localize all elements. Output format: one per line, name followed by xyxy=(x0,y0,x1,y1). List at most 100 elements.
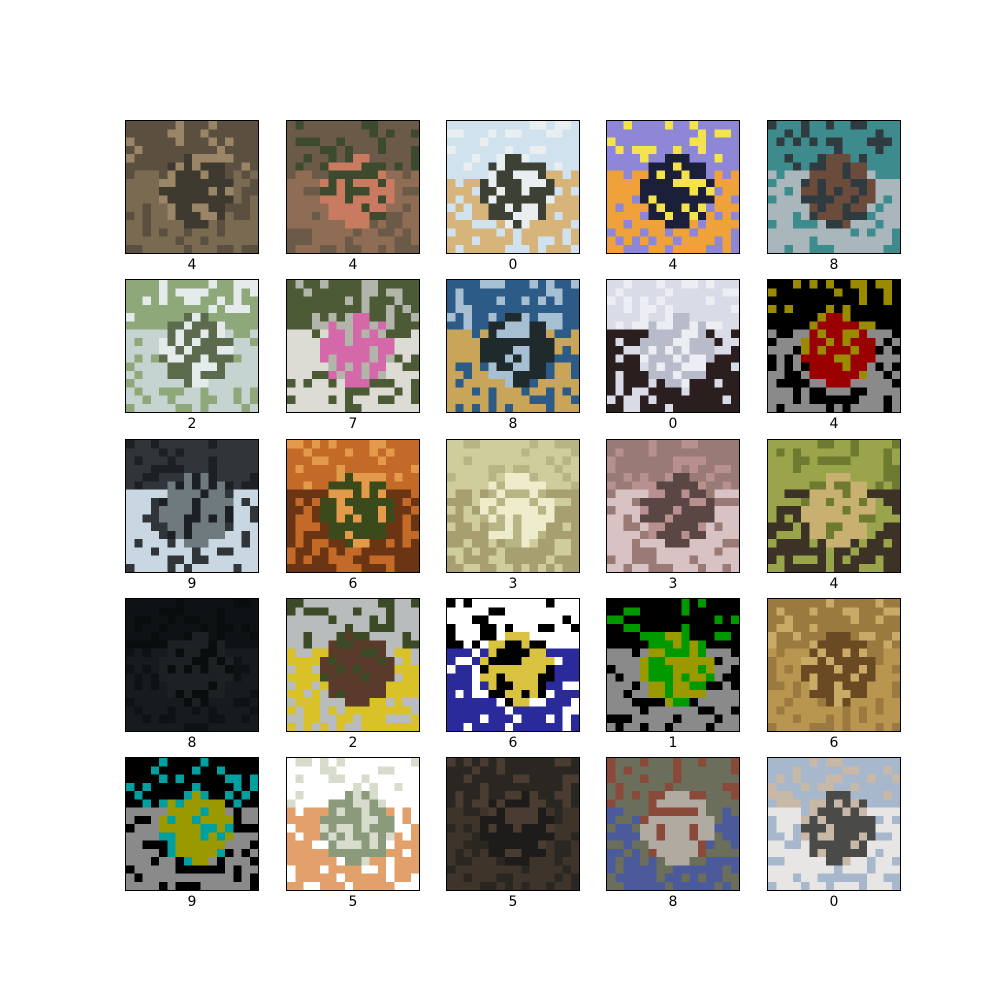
white-horse-rider-picture xyxy=(287,280,419,412)
airplane-in-sky-picture xyxy=(607,280,739,412)
frog-on-sand-picture xyxy=(768,599,900,731)
class-label: 9 xyxy=(187,576,197,592)
thumbnail-image xyxy=(606,279,740,413)
poison-frog-picture xyxy=(447,599,579,731)
grid-cell: 7 xyxy=(286,279,420,439)
grid-cell: 0 xyxy=(446,120,580,280)
bird-on-ledge-picture xyxy=(126,280,258,412)
class-label: 4 xyxy=(829,576,839,592)
cat-indoors-picture xyxy=(607,440,739,572)
yellow-bird-branch-picture xyxy=(287,599,419,731)
grid-cell: 4 xyxy=(767,279,901,439)
thumbnail-image xyxy=(446,120,580,254)
class-label: 9 xyxy=(187,894,197,910)
thumbnail-image xyxy=(125,120,259,254)
grid-cell: 4 xyxy=(606,120,740,280)
grid-cell: 1 xyxy=(606,598,740,758)
noisy-truck-picture xyxy=(126,758,258,890)
class-label: 0 xyxy=(829,894,839,910)
class-label: 4 xyxy=(829,416,839,432)
grid-cell: 4 xyxy=(286,120,420,280)
dark-ship-picture xyxy=(126,599,258,731)
class-label: 8 xyxy=(508,416,518,432)
frog-closeup-picture xyxy=(287,440,419,572)
deer-head-closeup-picture xyxy=(287,121,419,253)
class-label: 0 xyxy=(508,257,518,273)
grid-cell: 5 xyxy=(286,757,420,917)
grid-cell: 8 xyxy=(606,757,740,917)
thumbnail-image xyxy=(767,279,901,413)
thumbnail-image xyxy=(446,439,580,573)
class-label: 3 xyxy=(508,576,518,592)
thumbnail-image xyxy=(286,120,420,254)
class-label: 6 xyxy=(348,576,358,592)
class-label: 7 xyxy=(348,416,358,432)
class-label: 2 xyxy=(187,416,197,432)
thumbnail-image xyxy=(606,757,740,891)
thumbnail-image xyxy=(767,439,901,573)
grid-cell: 6 xyxy=(767,598,901,758)
class-label: 8 xyxy=(829,257,839,273)
thumbnail-image xyxy=(286,279,420,413)
grid-cell: 4 xyxy=(125,120,259,280)
thumbnail-image xyxy=(286,439,420,573)
thumbnail-image xyxy=(446,598,580,732)
noisy-boat-picture xyxy=(607,758,739,890)
grid-cell: 0 xyxy=(606,279,740,439)
noisy-car-picture xyxy=(607,599,739,731)
grid-cell: 8 xyxy=(767,120,901,280)
washed-out-dog-picture xyxy=(287,758,419,890)
class-label: 2 xyxy=(348,735,358,751)
class-label: 5 xyxy=(348,894,358,910)
grid-cell: 5 xyxy=(446,757,580,917)
class-label: 8 xyxy=(668,894,678,910)
deer-silhouette-sunset-picture xyxy=(607,121,739,253)
thumbnail-image xyxy=(446,757,580,891)
thumbnail-image xyxy=(767,120,901,254)
class-label: 6 xyxy=(829,735,839,751)
class-label: 4 xyxy=(187,257,197,273)
grid-cell: 3 xyxy=(446,439,580,599)
thumbnail-image xyxy=(767,598,901,732)
grid-cell: 0 xyxy=(767,757,901,917)
deer-face-picture xyxy=(768,440,900,572)
class-label: 1 xyxy=(668,735,678,751)
boat-on-lake-picture xyxy=(447,280,579,412)
thumbnail-image xyxy=(767,757,901,891)
dark-dog-picture xyxy=(447,758,579,890)
grid-cell: 9 xyxy=(125,757,259,917)
class-label: 5 xyxy=(508,894,518,910)
grid-cell: 2 xyxy=(286,598,420,758)
thumbnail-image xyxy=(286,757,420,891)
grid-cell: 2 xyxy=(125,279,259,439)
grid-cell: 6 xyxy=(446,598,580,758)
deer-in-field-picture xyxy=(126,121,258,253)
thumbnail-image xyxy=(606,439,740,573)
truck-front-picture xyxy=(126,440,258,572)
grid-cell: 8 xyxy=(446,279,580,439)
class-label: 4 xyxy=(348,257,358,273)
airplane-over-trees-picture xyxy=(447,121,579,253)
pale-cat-picture xyxy=(447,440,579,572)
thumbnail-image xyxy=(125,279,259,413)
thumbnail-image xyxy=(606,120,740,254)
small-airplane-picture xyxy=(768,758,900,890)
grid-cell: 8 xyxy=(125,598,259,758)
thumbnail-image xyxy=(446,279,580,413)
grid-cell: 6 xyxy=(286,439,420,599)
thumbnail-image xyxy=(125,757,259,891)
grid-cell: 3 xyxy=(606,439,740,599)
class-label: 0 xyxy=(668,416,678,432)
image-grid-figure: 4 4 0 4 8 2 7 8 0 4 9 6 3 3 4 8 2 6 1 6 9 5 5 8 0 xyxy=(0,0,1000,1000)
noisy-red-gray-picture xyxy=(768,280,900,412)
class-label: 4 xyxy=(668,257,678,273)
grid-cell: 4 xyxy=(767,439,901,599)
class-label: 8 xyxy=(187,735,197,751)
class-label: 3 xyxy=(668,576,678,592)
class-label: 6 xyxy=(508,735,518,751)
thumbnail-image xyxy=(286,598,420,732)
grid-cell: 9 xyxy=(125,439,259,599)
thumbnail-image xyxy=(125,598,259,732)
thumbnail-image xyxy=(125,439,259,573)
thumbnail-image xyxy=(606,598,740,732)
